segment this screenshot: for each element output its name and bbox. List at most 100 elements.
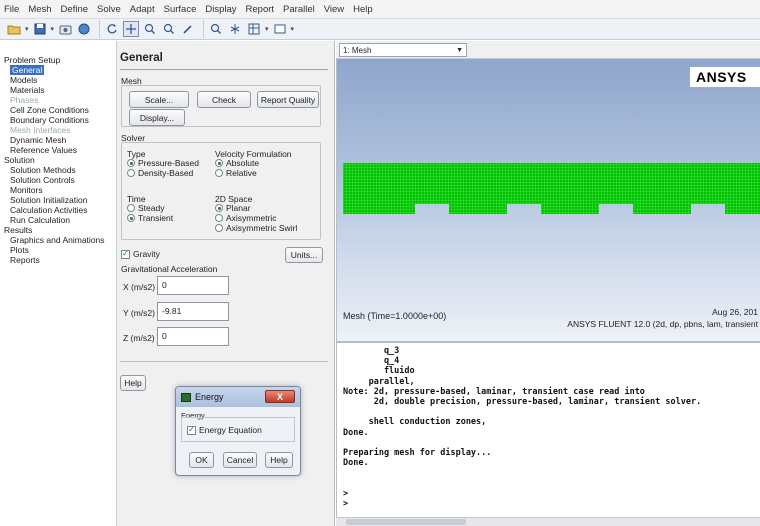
- x-accel-label: X (m/s2): [123, 282, 156, 292]
- menu-view[interactable]: View: [324, 4, 344, 15]
- x-accel-input[interactable]: 0: [157, 276, 229, 295]
- rotate-icon[interactable]: [104, 21, 120, 37]
- tree-item-monitors[interactable]: Monitors: [4, 185, 116, 195]
- dialog-title-bar[interactable]: Energy X: [176, 387, 300, 407]
- menu-solve[interactable]: Solve: [97, 4, 121, 15]
- console-text: q_3 q_4 fluido parallel, Note: 2d, press…: [343, 346, 702, 510]
- solver-info-label: ANSYS FLUENT 12.0 (2d, dp, pbns, lam, tr…: [567, 319, 758, 329]
- check-icon: ✓: [121, 249, 130, 259]
- energy-equation-checkbox[interactable]: ✓ Energy Equation: [187, 425, 262, 435]
- menu-mesh[interactable]: Mesh: [28, 4, 51, 15]
- menu-adapt[interactable]: Adapt: [130, 4, 155, 15]
- tree-item-models[interactable]: Models: [4, 75, 116, 85]
- chevron-down-icon[interactable]: ▾: [51, 25, 55, 33]
- scale-button[interactable]: Scale...: [129, 91, 189, 108]
- dialog-help-button[interactable]: Help: [265, 452, 293, 468]
- pressure-based-radio[interactable]: Pressure-Based: [127, 158, 199, 168]
- zoom-in-icon[interactable]: [142, 21, 158, 37]
- y-accel-input[interactable]: -9.81: [157, 302, 229, 321]
- tree-item-materials[interactable]: Materials: [4, 85, 116, 95]
- chevron-down-icon: ▼: [456, 46, 463, 54]
- display-button[interactable]: Display...: [129, 109, 185, 126]
- tree-item-general[interactable]: General: [10, 65, 45, 75]
- tree-solution[interactable]: Solution: [4, 155, 116, 165]
- menu-display[interactable]: Display: [205, 4, 236, 15]
- units-button[interactable]: Units...: [285, 247, 323, 263]
- tree-item-reports[interactable]: Reports: [4, 255, 116, 265]
- title-divider: [120, 69, 328, 70]
- steady-radio[interactable]: Steady: [127, 203, 164, 213]
- console-horizontal-scrollbar[interactable]: [336, 517, 760, 526]
- menu-help[interactable]: Help: [353, 4, 373, 15]
- menu-surface[interactable]: Surface: [164, 4, 197, 15]
- graphics-window-select[interactable]: 1: Mesh ▼: [339, 43, 467, 57]
- tree-problem-setup[interactable]: Problem Setup: [4, 55, 116, 65]
- menu-file[interactable]: File: [4, 4, 19, 15]
- zoom-box-icon[interactable]: [161, 21, 177, 37]
- density-based-radio[interactable]: Density-Based: [127, 168, 193, 178]
- absolute-radio[interactable]: Absolute: [215, 158, 259, 168]
- chevron-down-icon[interactable]: ▾: [291, 25, 295, 33]
- console-output[interactable]: q_3 q_4 fluido parallel, Note: 2d, press…: [336, 341, 760, 526]
- window-icon[interactable]: [272, 21, 288, 37]
- tree-item-dynamic-mesh[interactable]: Dynamic Mesh: [4, 135, 116, 145]
- report-quality-button[interactable]: Report Quality: [257, 91, 319, 108]
- z-accel-label: Z (m/s2): [123, 333, 155, 343]
- cancel-button[interactable]: Cancel: [223, 452, 257, 468]
- help-button[interactable]: Help: [120, 375, 146, 391]
- tree-item-solution-controls[interactable]: Solution Controls: [4, 175, 116, 185]
- fluent-window-icon: [181, 392, 191, 402]
- close-icon[interactable]: X: [265, 390, 295, 403]
- light-icon[interactable]: [227, 21, 243, 37]
- panel-divider: [120, 361, 328, 362]
- file-tools: ▾ ▾: [6, 20, 101, 38]
- tree-item-graphics-animations[interactable]: Graphics and Animations: [4, 235, 116, 245]
- probe-icon[interactable]: [180, 21, 196, 37]
- ok-button[interactable]: OK: [189, 452, 214, 468]
- tree-item-reference-values[interactable]: Reference Values: [4, 145, 116, 155]
- screenshot-icon[interactable]: [57, 21, 73, 37]
- menu-parallel[interactable]: Parallel: [283, 4, 315, 15]
- tree-item-cell-zone-conditions[interactable]: Cell Zone Conditions: [4, 105, 116, 115]
- scrollbar-thumb[interactable]: [346, 519, 466, 525]
- help-globe-icon[interactable]: [76, 21, 92, 37]
- graphics-tab-bar: 1: Mesh ▼: [336, 41, 760, 59]
- planar-radio[interactable]: Planar: [215, 203, 251, 213]
- graphics-viewport[interactable]: ANSYS Mesh (Time=1.0000e+00) Aug 26, 201…: [336, 59, 760, 341]
- gravity-checkbox[interactable]: ✓ Gravity: [121, 249, 160, 259]
- check-icon: ✓: [187, 425, 196, 435]
- tree-item-plots[interactable]: Plots: [4, 245, 116, 255]
- date-label: Aug 26, 201: [712, 307, 758, 317]
- check-button[interactable]: Check: [197, 91, 251, 108]
- tree-results[interactable]: Results: [4, 225, 116, 235]
- transient-radio[interactable]: Transient: [127, 213, 173, 223]
- dialog-title: Energy: [195, 392, 224, 402]
- tree-item-calculation-activities[interactable]: Calculation Activities: [4, 205, 116, 215]
- menu-define[interactable]: Define: [61, 4, 88, 15]
- menu-report[interactable]: Report: [246, 4, 275, 15]
- tree-item-run-calculation[interactable]: Run Calculation: [4, 215, 116, 225]
- axisymmetric-radio[interactable]: Axisymmetric: [215, 213, 277, 223]
- energy-dialog: Energy X Energy ✓ Energy Equation OK Canc…: [175, 386, 301, 476]
- navigation-tree: Problem Setup General Models Materials P…: [0, 41, 117, 526]
- view-tools: [104, 20, 205, 38]
- open-folder-icon[interactable]: [6, 21, 22, 37]
- toolbar: ▾ ▾ ▾ ▾: [0, 18, 760, 40]
- y-accel-label: Y (m/s2): [123, 308, 155, 318]
- save-icon[interactable]: [32, 21, 48, 37]
- layout-icon[interactable]: [246, 21, 262, 37]
- chevron-down-icon[interactable]: ▾: [25, 25, 29, 33]
- relative-radio[interactable]: Relative: [215, 168, 257, 178]
- axisymmetric-swirl-radio[interactable]: Axisymmetric Swirl: [215, 223, 297, 233]
- panel-title: General: [120, 52, 163, 64]
- chevron-down-icon[interactable]: ▾: [265, 25, 269, 33]
- tree-item-solution-methods[interactable]: Solution Methods: [4, 165, 116, 175]
- gravitational-acceleration-label: Gravitational Acceleration: [121, 264, 218, 274]
- tree-item-boundary-conditions[interactable]: Boundary Conditions: [4, 115, 116, 125]
- pan-icon[interactable]: [123, 21, 140, 37]
- tree-item-mesh-interfaces[interactable]: Mesh Interfaces: [4, 125, 116, 135]
- tree-item-phases[interactable]: Phases: [4, 95, 116, 105]
- tree-item-solution-initialization[interactable]: Solution Initialization: [4, 195, 116, 205]
- fit-icon[interactable]: [208, 21, 224, 37]
- z-accel-input[interactable]: 0: [157, 327, 229, 346]
